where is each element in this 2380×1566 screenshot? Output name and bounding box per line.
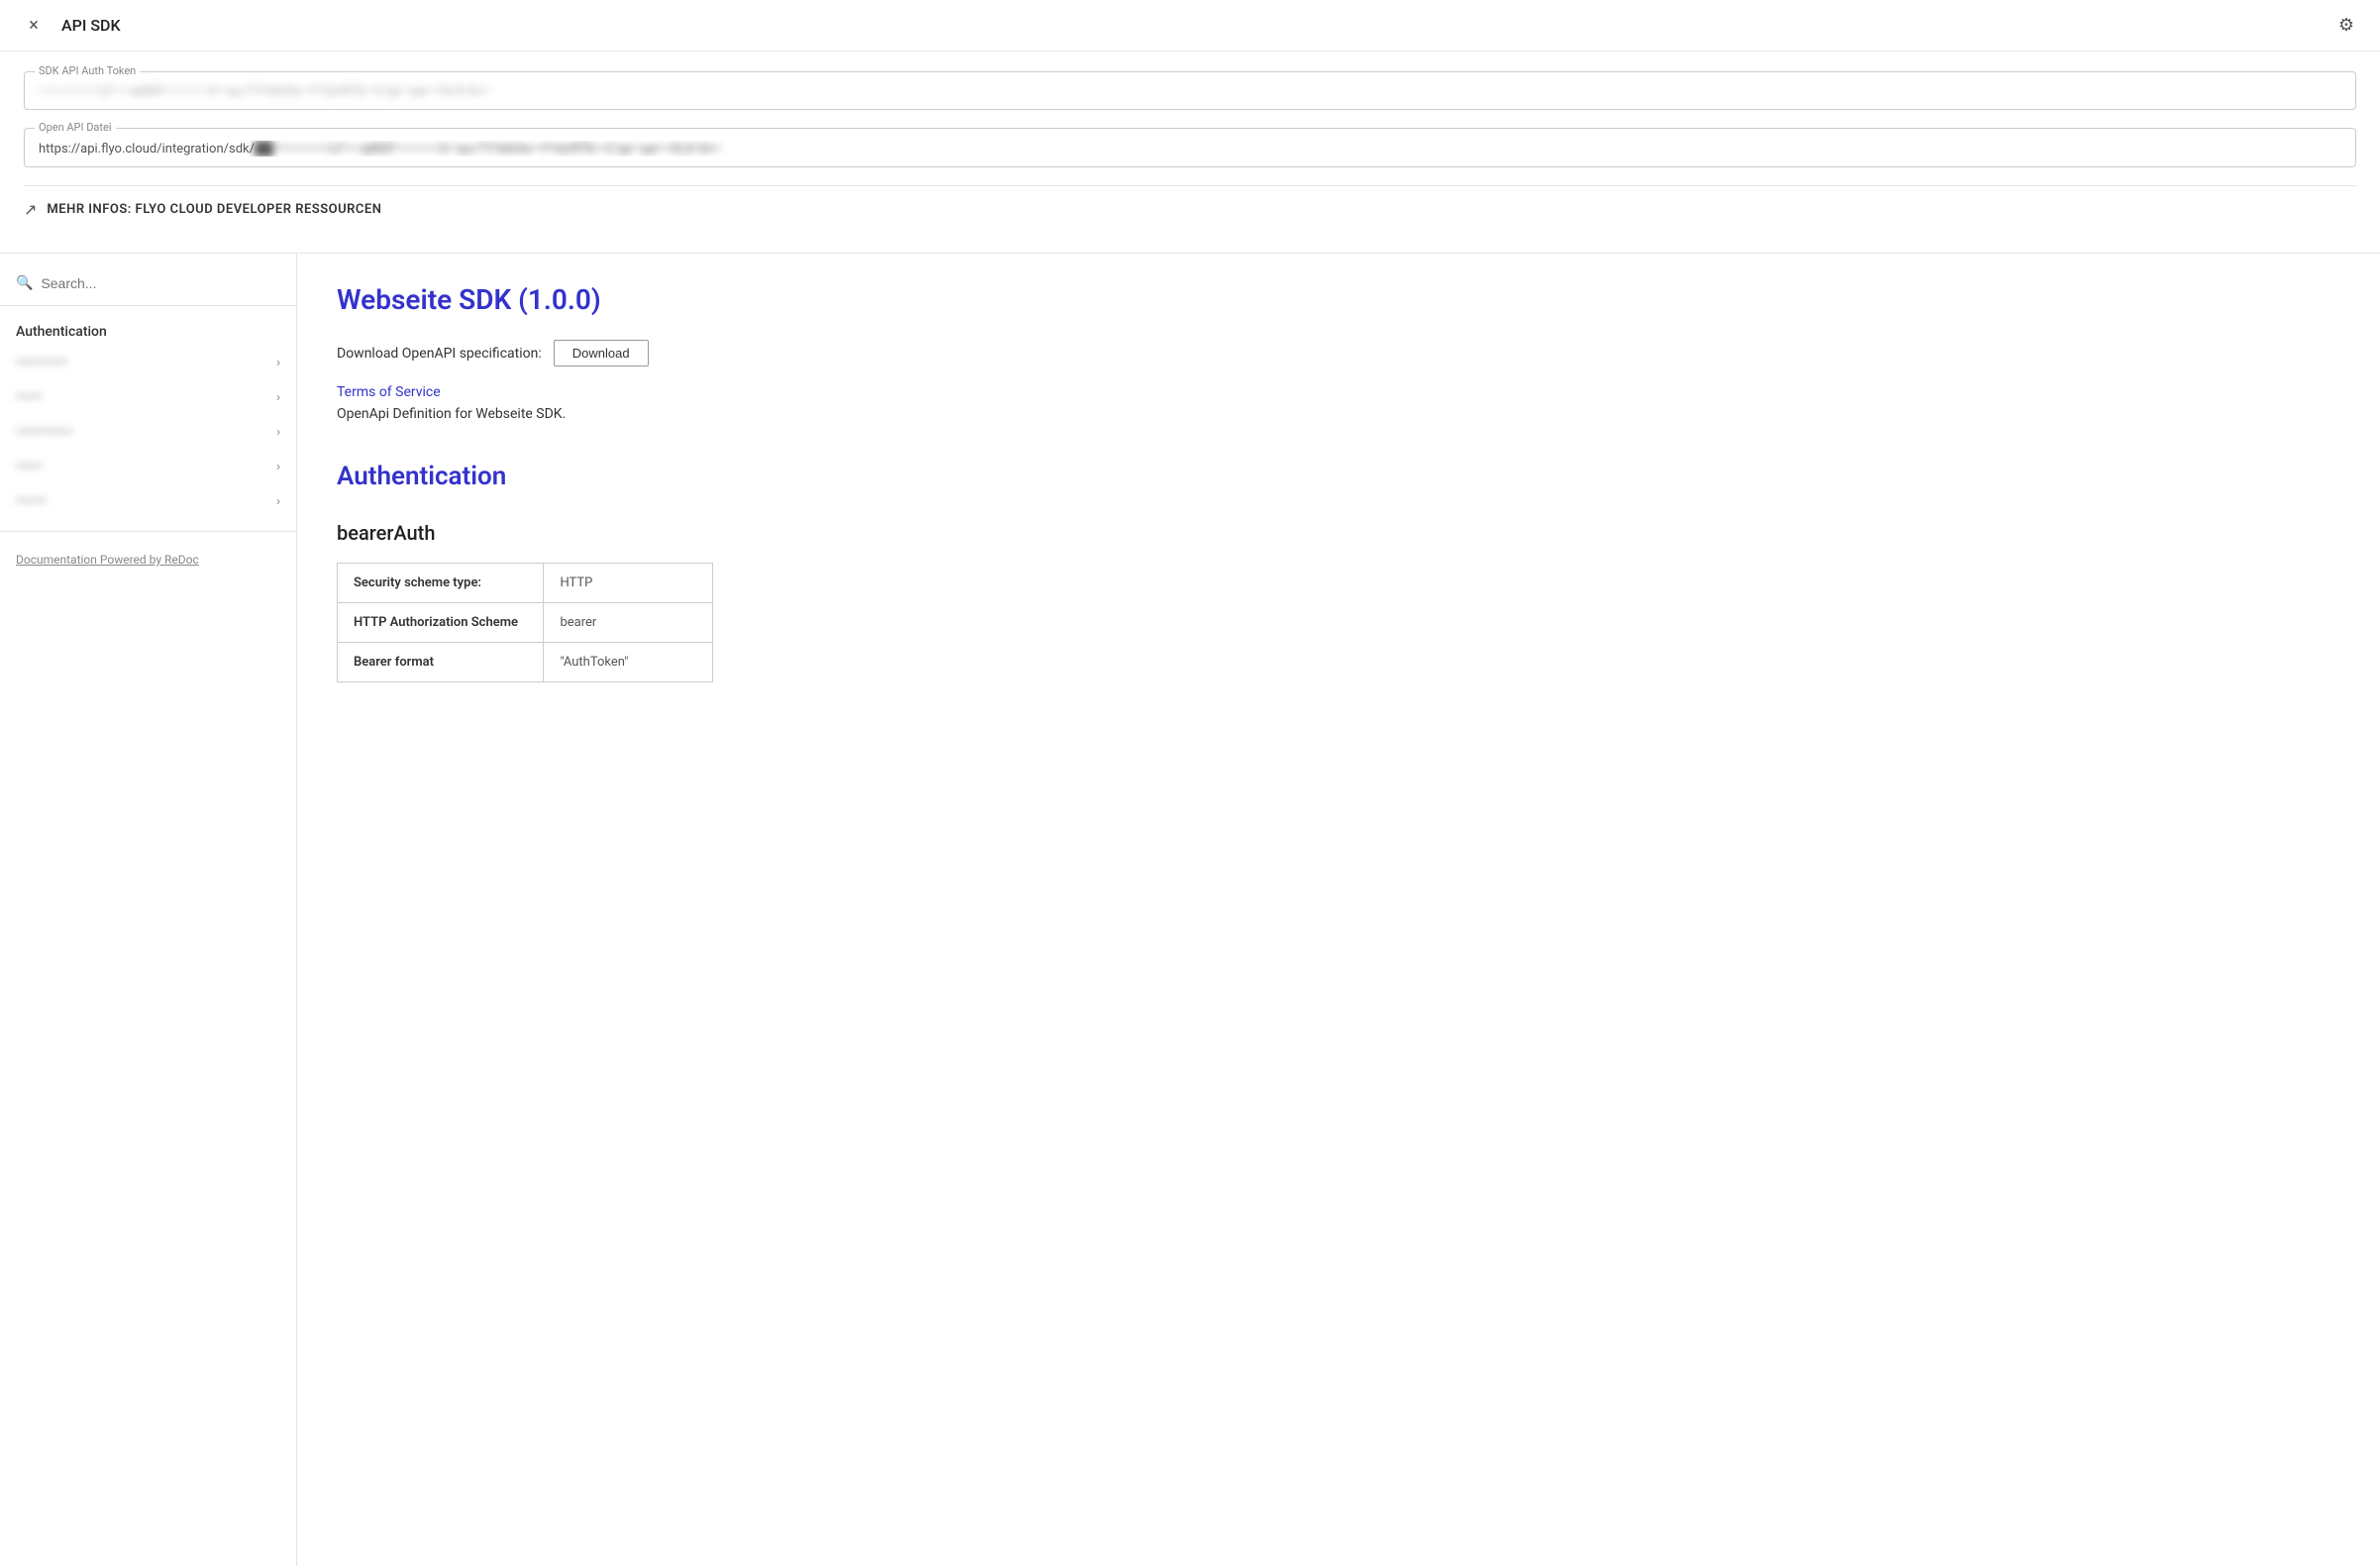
open-api-datei-label: Open API Datei: [35, 121, 116, 134]
close-button[interactable]: ×: [20, 12, 48, 40]
sdk-api-auth-token-value: ••••••••••••••LF••••qMDF••••••••••3•••pu…: [39, 84, 2341, 99]
table-cell-value-3: "AuthToken": [544, 643, 713, 682]
table-row-1: Security scheme type: HTTP: [338, 564, 713, 603]
sidebar-item-3[interactable]: ••••••••••••• ›: [0, 415, 296, 450]
table-cell-key-2: HTTP Authorization Scheme: [338, 603, 544, 643]
title-bar: × API SDK ⚙: [0, 0, 2380, 52]
panel-container: 🔍 Authentication •••••••••••• › •••••• ›…: [0, 253, 2380, 1566]
external-link-text: MEHR INFOS: FLYO CLOUD DEVELOPER RESSOUR…: [47, 202, 381, 217]
sidebar-footer: Documentation Powered by ReDoc: [0, 531, 296, 575]
table-row-2: HTTP Authorization Scheme bearer: [338, 603, 713, 643]
sidebar: 🔍 Authentication •••••••••••• › •••••• ›…: [0, 254, 297, 1566]
chevron-right-icon-4: ›: [276, 460, 280, 474]
download-spec-label: Download OpenAPI specification:: [337, 346, 542, 362]
terms-of-service-link[interactable]: Terms of Service: [337, 384, 2340, 400]
open-api-url-blurred: ██/••••••••••••LF••••qMDF••••••••••3•••p…: [255, 142, 721, 157]
openapi-description: OpenApi Definition for Webseite SDK.: [337, 406, 2340, 422]
open-api-datei-value: https://api.flyo.cloud/integration/sdk/█…: [39, 141, 2341, 157]
sdk-api-auth-token-label: SDK API Auth Token: [35, 64, 140, 77]
table-cell-key-1: Security scheme type:: [338, 564, 544, 603]
sidebar-item-1[interactable]: •••••••••••• ›: [0, 346, 296, 380]
sidebar-item-4[interactable]: •••••• ›: [0, 450, 296, 484]
sidebar-item-1-text: ••••••••••••: [16, 356, 68, 370]
external-link-icon: ↗︎: [24, 200, 37, 219]
table-row-3: Bearer format "AuthToken": [338, 643, 713, 682]
redoc-link[interactable]: Documentation Powered by ReDoc: [16, 553, 199, 567]
sidebar-item-5[interactable]: ••••••• ›: [0, 484, 296, 519]
download-button[interactable]: Download: [554, 340, 649, 366]
security-table: Security scheme type: HTTP HTTP Authoriz…: [337, 563, 713, 682]
authentication-section-title: Authentication: [337, 462, 2340, 491]
settings-button[interactable]: ⚙: [2332, 12, 2360, 40]
open-api-datei-field: Open API Datei https://api.flyo.cloud/in…: [24, 128, 2356, 167]
main-content: SDK API Auth Token ••••••••••••••LF••••q…: [0, 52, 2380, 253]
page-title: API SDK: [61, 16, 121, 35]
title-bar-left: × API SDK: [20, 12, 121, 40]
sidebar-item-2-text: ••••••: [16, 390, 42, 405]
bearer-auth-title: bearerAuth: [337, 521, 2340, 545]
chevron-right-icon-3: ›: [276, 425, 280, 440]
external-link-section[interactable]: ↗︎ MEHR INFOS: FLYO CLOUD DEVELOPER RESS…: [24, 185, 2356, 233]
open-api-url-prefix: https://api.flyo.cloud/integration/sdk/: [39, 142, 255, 157]
search-icon: 🔍: [16, 275, 33, 291]
sidebar-item-5-text: •••••••: [16, 494, 47, 509]
sidebar-item-4-text: ••••••: [16, 460, 42, 474]
sidebar-item-3-text: •••••••••••••: [16, 425, 72, 440]
table-cell-value-2: bearer: [544, 603, 713, 643]
sidebar-section-authentication[interactable]: Authentication: [0, 318, 296, 346]
chevron-right-icon-2: ›: [276, 390, 280, 405]
download-row: Download OpenAPI specification: Download: [337, 340, 2340, 366]
chevron-right-icon-5: ›: [276, 494, 280, 509]
sdk-api-auth-token-field: SDK API Auth Token ••••••••••••••LF••••q…: [24, 71, 2356, 110]
search-input[interactable]: [41, 275, 280, 291]
table-cell-key-3: Bearer format: [338, 643, 544, 682]
table-cell-value-1: HTTP: [544, 564, 713, 603]
chevron-right-icon-1: ›: [276, 356, 280, 370]
doc-area: Webseite SDK (1.0.0) Download OpenAPI sp…: [297, 254, 2380, 1566]
doc-title: Webseite SDK (1.0.0): [337, 283, 2340, 316]
search-container: 🔍: [0, 269, 296, 306]
sidebar-item-2[interactable]: •••••• ›: [0, 380, 296, 415]
